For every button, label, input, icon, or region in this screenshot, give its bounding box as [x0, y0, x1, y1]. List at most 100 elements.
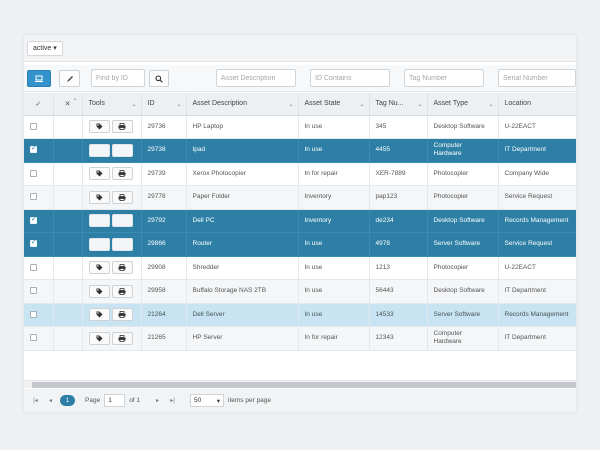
row-state: In use	[298, 138, 370, 163]
row-type: Photocopier	[427, 256, 499, 280]
row-checkbox[interactable]	[30, 287, 37, 295]
table-row[interactable]: ✓ 29792 Dell PC Inventory de234 Desktop Softw…	[24, 209, 576, 233]
column-header-asset-type[interactable]: Asset Type ⌄	[427, 93, 499, 116]
table-row[interactable]: 21264 Dell Server In use 14533 Server Softwa…	[24, 303, 576, 327]
serial-number-filter[interactable]	[498, 69, 576, 87]
row-checkbox-cell[interactable]	[24, 115, 54, 139]
table-row[interactable]: 29958 Buffalo Storage NAS 2TB In use 56443 D…	[24, 279, 576, 304]
row-checkbox-cell[interactable]	[24, 162, 54, 186]
prev-page-icon[interactable]: ◂	[45, 395, 56, 406]
row-checkbox[interactable]	[30, 310, 37, 318]
tag-button[interactable]	[88, 120, 110, 134]
row-description: Ipad	[186, 138, 299, 163]
row-checkbox-cell[interactable]: ✓	[24, 138, 54, 163]
row-description: HP Laptop	[186, 115, 299, 139]
tag-button[interactable]	[88, 167, 110, 181]
print-button[interactable]	[111, 167, 133, 181]
row-location: Service Request	[498, 185, 576, 210]
table-row[interactable]: ✓ 29866 Router In use 4978 Server Software Ser…	[24, 232, 576, 257]
state-filter-dropdown[interactable]: active ▾	[27, 41, 63, 56]
column-header-tools[interactable]: Tools ⌄	[82, 93, 142, 116]
row-checkbox[interactable]	[30, 169, 37, 177]
print-button[interactable]	[111, 214, 133, 228]
row-tag: 1213	[369, 256, 428, 280]
print-button[interactable]	[111, 190, 133, 204]
column-header-location[interactable]: Location⌄	[498, 93, 576, 116]
row-tag: 4978	[369, 232, 428, 257]
row-id: 21265	[141, 326, 187, 351]
edit-button[interactable]	[59, 70, 80, 87]
table-row[interactable]: 21265 HP Server In for repair 12343 Computer…	[24, 326, 576, 351]
table-row[interactable]: 29739 Xerox Photocopier In for repair XER-7…	[24, 162, 576, 186]
select-all-header[interactable]: ✓	[24, 93, 54, 116]
print-button[interactable]	[111, 284, 133, 298]
column-header-label: Location	[504, 100, 531, 108]
asset-grid-window: active ▾ ✓ ✕⌄ Tools⌄ ID⌄	[24, 35, 576, 412]
column-header-asset-state[interactable]: Asset State ⌄	[298, 93, 370, 116]
row-checkbox-cell[interactable]	[24, 326, 54, 351]
horizontal-scrollbar[interactable]	[24, 380, 576, 388]
first-page-icon[interactable]: |◂	[30, 395, 41, 406]
row-spacer-cell	[53, 303, 83, 327]
view-toggle-button[interactable]	[27, 70, 51, 87]
print-button[interactable]	[111, 120, 133, 134]
row-checkbox-cell[interactable]: ✓	[24, 232, 54, 257]
chevron-down-icon: ⌄	[72, 96, 78, 102]
row-checkbox[interactable]: ✓	[30, 145, 37, 154]
table-row[interactable]: ✓ 29738 Ipad In use 4455 Computer Hardware IT …	[24, 138, 576, 163]
row-checkbox[interactable]	[30, 263, 37, 271]
clear-selection-header[interactable]: ✕ ⌄	[53, 93, 83, 116]
table-row[interactable]: 29736 HP Laptop In use 345 Desktop Software U…	[24, 115, 576, 139]
tag-button[interactable]	[88, 308, 110, 322]
row-location: Company Wide	[498, 162, 576, 186]
row-tools-cell	[82, 326, 142, 351]
asset-description-filter[interactable]	[216, 69, 296, 87]
row-checkbox[interactable]	[30, 193, 37, 201]
page-size-select[interactable]: 50 ▾	[190, 394, 225, 407]
find-by-id-input[interactable]	[91, 69, 145, 87]
row-type: Desktop Software	[427, 115, 499, 139]
column-header-tag-number[interactable]: Tag Nu... ⌄	[369, 93, 428, 116]
tag-icon	[96, 123, 102, 130]
scrollbar-thumb[interactable]	[32, 382, 576, 388]
tag-button[interactable]	[88, 143, 110, 157]
row-checkbox[interactable]: ✓	[30, 239, 37, 248]
id-contains-filter[interactable]	[310, 69, 390, 87]
row-checkbox-cell[interactable]	[24, 256, 54, 280]
row-checkbox-cell[interactable]	[24, 185, 54, 210]
tag-button[interactable]	[88, 261, 110, 275]
print-button[interactable]	[111, 308, 133, 322]
print-button[interactable]	[111, 143, 133, 157]
tag-icon	[96, 170, 102, 177]
grid-toolbar	[24, 65, 576, 92]
last-page-icon[interactable]: ▸|	[167, 395, 178, 406]
row-checkbox[interactable]: ✓	[30, 216, 37, 224]
row-checkbox[interactable]	[30, 334, 37, 342]
tag-button[interactable]	[88, 237, 110, 251]
row-tag: XER-7889	[369, 162, 428, 186]
column-header-asset-description[interactable]: Asset Description ⌄	[186, 93, 299, 116]
tag-button[interactable]	[88, 214, 110, 228]
table-row[interactable]: 29908 Shredder In use 1213 Photocopier U-22EA…	[24, 256, 576, 280]
row-checkbox-cell[interactable]	[24, 279, 54, 304]
print-button[interactable]	[111, 331, 133, 345]
column-header-id[interactable]: ID ⌄	[141, 93, 187, 116]
search-button[interactable]	[149, 70, 169, 87]
chevron-down-icon: ⌄	[417, 102, 423, 108]
table-row[interactable]: 29778 Paper Folder Inventory pap123 Photocop…	[24, 185, 576, 210]
tag-button[interactable]	[88, 284, 110, 298]
row-location: IT Department	[498, 326, 576, 351]
tag-button[interactable]	[88, 190, 110, 204]
print-button[interactable]	[111, 261, 133, 275]
tag-number-filter[interactable]	[404, 69, 484, 87]
next-page-icon[interactable]: ▸	[152, 395, 163, 406]
check-icon: ✓	[31, 239, 37, 247]
tag-button[interactable]	[88, 331, 110, 345]
row-checkbox-cell[interactable]: ✓	[24, 209, 54, 233]
print-button[interactable]	[111, 237, 133, 251]
page-number-input[interactable]	[104, 394, 126, 407]
current-page-button[interactable]: 1	[60, 395, 75, 406]
row-spacer-cell	[53, 162, 83, 186]
row-checkbox-cell[interactable]	[24, 303, 54, 327]
row-checkbox[interactable]	[30, 122, 37, 130]
